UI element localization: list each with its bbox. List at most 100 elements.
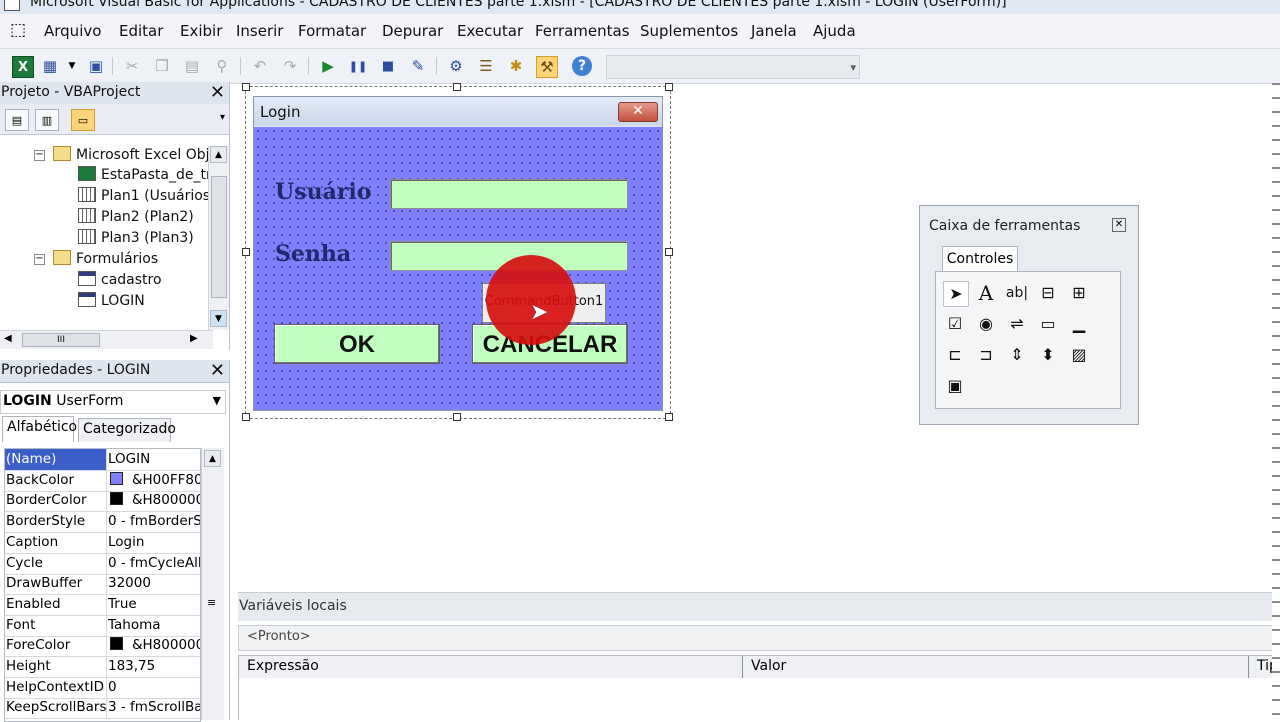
resize-handle[interactable] [242, 83, 250, 91]
property-value[interactable]: Tahoma [108, 615, 200, 636]
insert-dropdown-icon[interactable]: ▼ [62, 56, 82, 76]
tree-item-login[interactable]: LOGIN [78, 292, 145, 309]
redo-icon[interactable]: ↷ [280, 56, 300, 76]
ok-button[interactable]: OK [274, 324, 440, 364]
commandbutton-tool-icon[interactable]: ▁ [1067, 312, 1091, 336]
view-code-icon[interactable]: ▤ [5, 109, 29, 131]
select-objects-icon[interactable]: ➤ [943, 281, 969, 307]
scroll-up-icon[interactable]: ▲ [204, 450, 221, 467]
resize-handle[interactable] [453, 83, 461, 91]
insert-userform-icon[interactable]: ▦ [40, 56, 60, 76]
togglebutton-tool-icon[interactable]: ⇌ [1005, 312, 1029, 336]
resize-handle[interactable] [242, 413, 250, 421]
property-value[interactable]: &H80000012& [108, 635, 200, 656]
userform-login[interactable]: Login ✕ Usuário Senha OK CANCELAR [253, 96, 663, 411]
toolbar-grip-icon[interactable]: ▾ [850, 61, 856, 74]
usuario-label[interactable]: Usuário [275, 179, 371, 205]
tree-item-excel-objects[interactable]: Microsoft Excel Obje [53, 146, 218, 163]
tab-alfabetico[interactable]: Alfabético [2, 416, 77, 442]
collapse-excel-objects-icon[interactable]: − [34, 150, 45, 161]
toolbar-grip-icon[interactable]: ▾ [220, 112, 225, 123]
project-vertical-scrollbar[interactable]: ▲ ▼ [208, 146, 229, 330]
resize-handle[interactable] [665, 83, 673, 91]
label-tool-icon[interactable]: A [974, 281, 998, 305]
design-mode-icon[interactable]: ✎ [408, 56, 428, 76]
scroll-right-icon[interactable]: ▶ [190, 333, 198, 344]
menu-editar[interactable]: Editar [119, 22, 163, 40]
cut-icon[interactable]: ✂ [122, 56, 142, 76]
tabstrip-tool-icon[interactable]: ⊏ [943, 343, 967, 367]
scroll-grip-icon[interactable]: ≡ [207, 596, 216, 609]
scroll-thumb[interactable]: III [22, 333, 100, 347]
resize-handle[interactable] [242, 248, 250, 256]
property-value[interactable]: LOGIN [108, 449, 200, 470]
close-icon[interactable]: ✕ [210, 360, 225, 381]
property-row[interactable]: Caption Login [5, 531, 200, 554]
menu-ajuda[interactable]: Ajuda [813, 22, 856, 40]
menu-executar[interactable]: Executar [457, 22, 523, 40]
menu-exibir[interactable]: Exibir [180, 22, 222, 40]
menu-formatar[interactable]: Formatar [298, 22, 366, 40]
combobox-tool-icon[interactable]: ⊟ [1036, 281, 1060, 305]
menu-suplementos[interactable]: Suplementos [640, 22, 738, 40]
project-explorer-icon[interactable]: ⚙ [446, 56, 466, 76]
property-value[interactable]: 32000 [108, 573, 200, 594]
refedit-tool-icon[interactable]: ▣ [943, 374, 967, 398]
tree-item-plan3[interactable]: Plan3 (Plan3) [78, 229, 194, 246]
pause-icon[interactable]: ❚❚ [348, 56, 368, 76]
property-value[interactable]: Login [108, 532, 200, 553]
find-icon[interactable]: ⚲ [212, 56, 232, 76]
chevron-down-icon[interactable]: ▼ [213, 394, 221, 407]
listbox-tool-icon[interactable]: ⊞ [1067, 281, 1091, 305]
image-tool-icon[interactable]: ▨ [1067, 343, 1091, 367]
resize-handle[interactable] [453, 413, 461, 421]
save-icon[interactable]: ▣ [86, 56, 106, 76]
property-value[interactable]: &H80000012& [108, 490, 200, 511]
undo-icon[interactable]: ↶ [250, 56, 270, 76]
senha-label[interactable]: Senha [275, 241, 351, 267]
property-row[interactable]: BorderStyle0 - fmBorderStyleNone [5, 511, 200, 534]
property-value[interactable]: 183,75 [108, 656, 200, 677]
vba-menu-icon[interactable]: ⬚ [10, 20, 26, 40]
close-icon[interactable]: ✕ [210, 82, 225, 103]
property-value[interactable]: 3 - fmScrollBarsBoth [108, 697, 200, 718]
scroll-down-icon[interactable]: ▼ [210, 310, 227, 327]
close-icon[interactable]: ✕ [618, 102, 658, 122]
property-row[interactable]: HelpContextID 0 [5, 676, 200, 699]
property-row[interactable]: (Name) LOGIN [5, 449, 200, 471]
property-value[interactable]: True [108, 594, 200, 615]
paste-icon[interactable]: ▤ [182, 56, 202, 76]
tree-item-plan2[interactable]: Plan2 (Plan2) [78, 208, 194, 225]
column-expressao[interactable]: Expressão [239, 656, 743, 678]
property-row[interactable]: Enabled True [5, 593, 200, 616]
view-object-icon[interactable]: ▥ [35, 109, 59, 131]
optionbutton-tool-icon[interactable]: ◉ [974, 312, 998, 336]
frame-tool-icon[interactable]: ▭ [1036, 312, 1060, 336]
property-row[interactable]: Height 183,75 [5, 656, 200, 678]
scroll-thumb[interactable] [211, 176, 227, 298]
tab-controles[interactable]: Controles [942, 246, 1018, 273]
resize-handle[interactable] [665, 413, 673, 421]
menu-janela[interactable]: Janela [751, 22, 797, 40]
properties-vertical-scrollbar[interactable]: ▲ ≡ [201, 448, 224, 720]
spinbutton-tool-icon[interactable]: ⬍ [1036, 343, 1060, 367]
help-icon[interactable]: ? [572, 56, 592, 76]
textbox-tool-icon[interactable]: ab| [1005, 281, 1029, 305]
resize-handle[interactable] [665, 248, 673, 256]
property-row[interactable]: BorderColor&H80000012& [5, 490, 200, 513]
scrollbar-tool-icon[interactable]: ⇕ [1005, 343, 1029, 367]
property-value[interactable]: 0 [108, 677, 200, 698]
stop-icon[interactable]: ■ [378, 56, 398, 76]
copy-icon[interactable]: ❐ [152, 56, 172, 76]
property-row[interactable]: DrawBuffer 32000 [5, 573, 200, 596]
tree-item-workbook[interactable]: EstaPasta_de_tr [78, 166, 212, 183]
toolbox-icon[interactable]: ⚒ [536, 56, 558, 78]
usuario-textbox[interactable] [390, 179, 628, 209]
object-selector[interactable]: LOGIN UserForm ▼ [0, 390, 226, 414]
excel-icon[interactable]: X [12, 56, 34, 78]
object-browser-icon[interactable]: ✱ [506, 56, 526, 76]
tree-item-plan1[interactable]: Plan1 (Usuários ( [78, 187, 220, 204]
tree-item-forms[interactable]: Formulários [53, 250, 158, 267]
property-row[interactable]: Font Tahoma [5, 614, 200, 637]
property-row[interactable]: KeepScrollBarsVisible3 - fmScrollBarsBot… [5, 697, 200, 720]
